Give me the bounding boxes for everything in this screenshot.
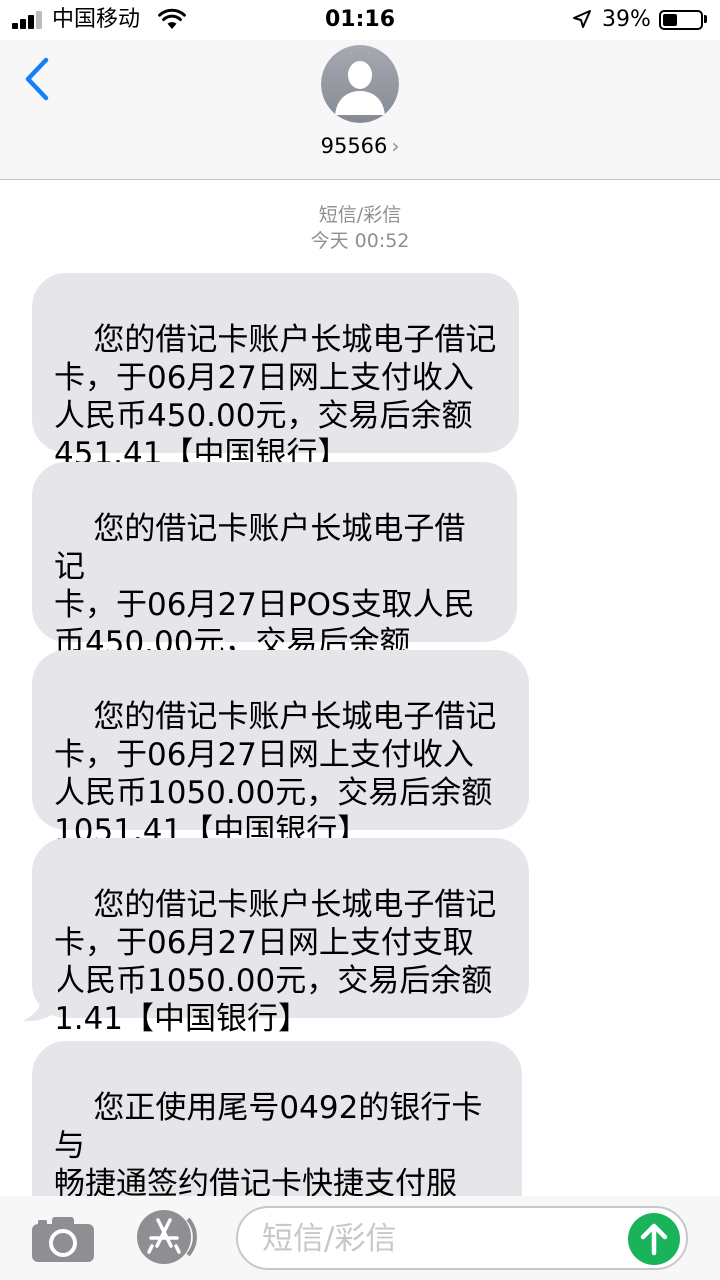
message-type-label: 短信/彩信 bbox=[318, 204, 402, 226]
message-text: 您的借记卡账户长城电子借记 卡，于06月27日网上支付收入 人民币1050.00… bbox=[54, 699, 497, 849]
contact-name-button[interactable]: 95566 › bbox=[0, 132, 720, 160]
status-bar: 中国移动 01:16 39% bbox=[0, 0, 720, 40]
message-timestamp: 短信/彩信 今天 00:52 bbox=[0, 202, 720, 254]
battery-fill bbox=[663, 14, 677, 26]
send-arrow-icon bbox=[640, 1223, 668, 1256]
camera-icon[interactable] bbox=[32, 1216, 94, 1262]
conversation-header: 95566 › bbox=[0, 40, 720, 180]
battery-percent: 39% bbox=[602, 7, 651, 32]
battery-cap bbox=[704, 15, 707, 23]
battery-icon bbox=[659, 10, 703, 30]
chevron-right-icon: › bbox=[391, 134, 400, 158]
message-bubble[interactable]: 您的借记卡账户长城电子借记 卡，于06月27日网上支付收入 人民币450.00元… bbox=[32, 273, 519, 472]
message-text: 您的借记卡账户长城电子借记 卡，于06月27日网上支付收入 人民币450.00元… bbox=[54, 322, 497, 472]
avatar-person-icon[interactable] bbox=[321, 45, 399, 123]
message-bubble[interactable]: 您的借记卡账户长城电子借记 卡，于06月27日POS支取人民 币450.00元，… bbox=[32, 462, 517, 699]
message-input-placeholder: 短信/彩信 bbox=[262, 1221, 397, 1257]
contact-name: 95566 bbox=[320, 134, 388, 158]
send-button[interactable] bbox=[628, 1213, 680, 1265]
message-text: 您的借记卡账户长城电子借记 卡，于06月27日网上支付支取 人民币1050.00… bbox=[54, 887, 497, 1037]
location-arrow-icon bbox=[573, 10, 591, 28]
bubble-tail bbox=[22, 988, 58, 1022]
message-text: 您正使用尾号0492的银行卡与 畅捷通签约借记卡快捷支付服 务。请确认同意《借记… bbox=[54, 1090, 483, 1196]
message-input[interactable]: 短信/彩信 bbox=[236, 1206, 688, 1270]
app-store-icon[interactable] bbox=[134, 1210, 200, 1264]
message-thread[interactable]: 短信/彩信 今天 00:52 您的借记卡账户长城电子借记 卡，于06月27日网上… bbox=[0, 180, 720, 1196]
message-bubble[interactable]: 您正使用尾号0492的银行卡与 畅捷通签约借记卡快捷支付服 务。请确认同意《借记… bbox=[32, 1041, 522, 1196]
message-bubble[interactable]: 您的借记卡账户长城电子借记 卡，于06月27日网上支付收入 人民币1050.00… bbox=[32, 650, 529, 849]
message-bubble[interactable]: 您的借记卡账户长城电子借记 卡，于06月27日网上支付支取 人民币1050.00… bbox=[32, 838, 529, 1037]
back-chevron-icon[interactable] bbox=[18, 56, 58, 102]
message-time-label: 今天 00:52 bbox=[310, 230, 410, 252]
input-bar: 短信/彩信 bbox=[0, 1196, 720, 1280]
